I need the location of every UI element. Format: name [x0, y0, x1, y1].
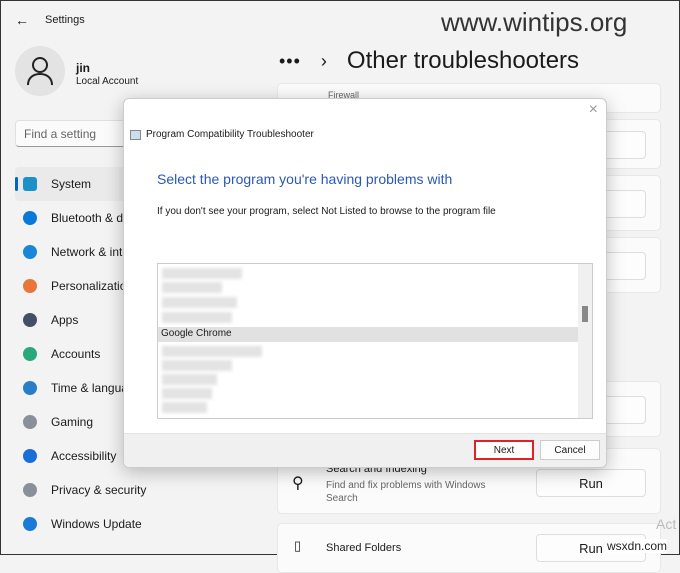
account-type: Local Account [76, 76, 139, 87]
shield-icon [23, 483, 37, 497]
cancel-button[interactable]: Cancel [540, 440, 600, 460]
watermark: www.wintips.org [441, 7, 628, 37]
search-icon: ⚲ [292, 475, 304, 492]
sidebar-item-label: Personalization [51, 279, 134, 293]
window-title: Settings [45, 14, 85, 26]
program-list[interactable]: Google Chrome [157, 263, 593, 419]
system-icon [23, 177, 37, 191]
clock-globe-icon [23, 381, 37, 395]
scrollbar-thumb[interactable] [582, 306, 588, 322]
user-icon [27, 57, 53, 86]
card-title: Shared Folders [326, 542, 402, 554]
gamepad-icon [23, 415, 37, 429]
sidebar-item-windows-update[interactable]: Windows Update [15, 507, 265, 541]
activate-text: Act [656, 516, 677, 532]
watermark-bottom: wsxdn.com [607, 539, 668, 553]
troubleshooter-dialog: × Program Compatibility Troubleshooter S… [123, 98, 607, 468]
dialog-heading: Select the program you're having problem… [157, 171, 453, 187]
list-item-selected[interactable]: Google Chrome [158, 327, 578, 342]
folder-icon: ▯ [294, 538, 302, 553]
brush-icon [23, 279, 37, 293]
next-button[interactable]: Next [474, 440, 534, 460]
accounts-icon [23, 347, 37, 361]
scrollbar[interactable] [578, 264, 592, 418]
page-title: Other troubleshooters [346, 47, 580, 74]
sidebar-item-label: Gaming [51, 415, 94, 429]
user-name: jin [76, 61, 90, 75]
dialog-title: Program Compatibility Troubleshooter [146, 129, 314, 140]
close-icon[interactable]: × [589, 101, 598, 119]
wifi-icon [23, 245, 37, 259]
update-icon [23, 517, 37, 531]
back-arrow-icon[interactable]: ← [15, 12, 29, 28]
breadcrumb: ••• › Other troubleshooters [279, 47, 579, 75]
sidebar-item-label: System [51, 177, 92, 191]
sidebar-item-label: Windows Update [51, 517, 142, 531]
avatar[interactable] [15, 46, 65, 96]
title-bar: ← Settings [15, 12, 85, 28]
run-button[interactable]: Run [536, 469, 646, 497]
card-desc: Find and fix problems with Windows Searc… [326, 480, 486, 504]
accessibility-icon [23, 449, 37, 463]
dialog-footer: Next Cancel [124, 433, 606, 467]
card-shared-folders: ▯ Shared Folders Run [277, 523, 661, 573]
troubleshooter-icon [130, 129, 141, 140]
sidebar-item-privacy-security[interactable]: Privacy & security [15, 473, 265, 507]
more-icon[interactable]: ••• [279, 51, 301, 72]
dialog-instruction: If you don't see your program, select No… [157, 206, 496, 217]
sidebar-item-label: Accounts [51, 347, 101, 361]
chevron-right-icon: › [320, 50, 327, 71]
bluetooth-icon [23, 211, 37, 225]
apps-icon [23, 313, 37, 327]
sidebar-item-label: Apps [51, 313, 79, 327]
sidebar-item-label: Privacy & security [51, 483, 147, 497]
sidebar-item-label: Accessibility [51, 449, 117, 463]
